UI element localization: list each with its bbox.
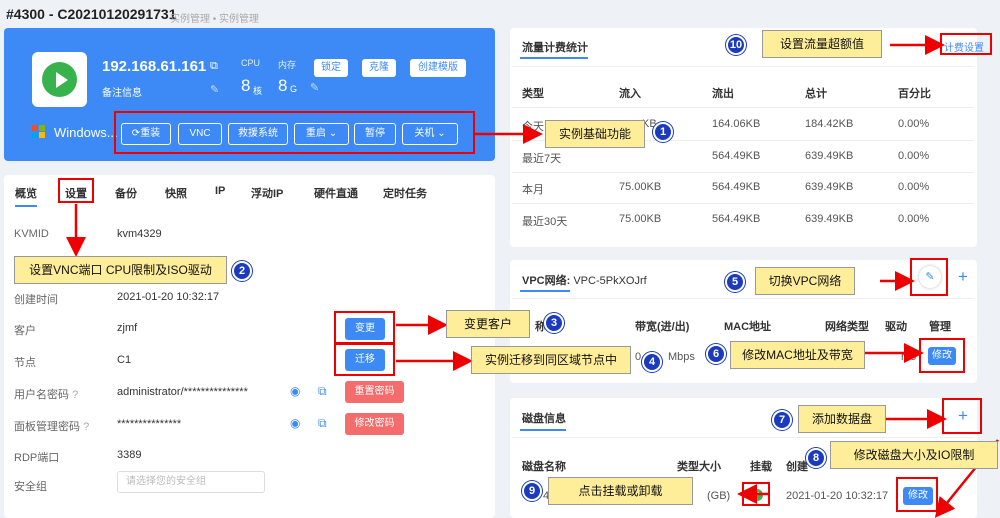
- callout-change-customer: 变更客户: [446, 310, 530, 338]
- marker-10: 10: [726, 35, 746, 55]
- marker-6: 6: [706, 344, 726, 364]
- marker-8: 8: [806, 448, 826, 468]
- callout-disk-size: 修改磁盘大小及IO限制: [830, 441, 998, 469]
- callout-basic-functions: 实例基础功能: [545, 120, 645, 148]
- callout-switch-vpc: 切换VPC网络: [755, 267, 855, 295]
- callout-overage: 设置流量超额值: [762, 30, 882, 58]
- marker-9: 9: [522, 481, 542, 501]
- marker-7: 7: [772, 410, 792, 430]
- callout-add-disk: 添加数据盘: [798, 405, 886, 433]
- marker-2: 2: [232, 261, 252, 281]
- marker-4: 4: [642, 352, 662, 372]
- callout-migrate: 实例迁移到同区域节点中: [471, 346, 631, 374]
- callout-mount: 点击挂载或卸载: [548, 477, 693, 505]
- marker-1: 1: [653, 122, 673, 142]
- callout-modify-mac: 修改MAC地址及带宽: [730, 341, 865, 369]
- callout-settings: 设置VNC端口 CPU限制及ISO驱动: [14, 256, 227, 284]
- marker-5: 5: [725, 272, 745, 292]
- marker-3: 3: [544, 313, 564, 333]
